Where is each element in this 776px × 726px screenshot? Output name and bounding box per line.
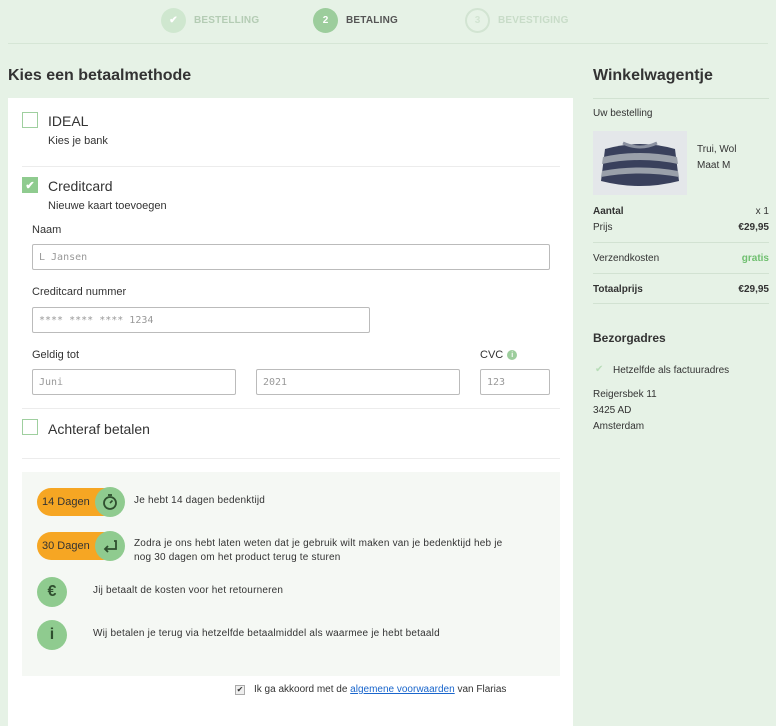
benefit-text-line: nog 30 dagen om het product terug te stu… xyxy=(134,552,341,563)
info-icon: i xyxy=(37,620,67,650)
product-size: Maat M xyxy=(697,160,731,171)
terms-checkbox[interactable]: ✔ xyxy=(235,684,245,695)
step-label: BETALING xyxy=(346,15,398,26)
divider xyxy=(593,242,769,243)
product-name: Trui, Wol xyxy=(697,144,737,155)
step-betaling[interactable]: 2 BETALING xyxy=(313,8,398,33)
price-label: Prijs xyxy=(593,222,613,233)
stopwatch-icon xyxy=(95,487,125,517)
terms-link[interactable]: algemene voorwaarden xyxy=(350,684,455,695)
address-line1: Reigersbek 11 xyxy=(593,389,657,400)
step-label: BEVESTIGING xyxy=(498,15,569,26)
divider xyxy=(22,408,560,409)
total-value: €29,95 xyxy=(738,284,769,295)
benefit-text: Zodra je ons hebt laten weten dat je geb… xyxy=(134,537,502,565)
cart-title: Winkelwagentje xyxy=(593,67,713,84)
divider xyxy=(593,303,769,304)
address-line3: Amsterdam xyxy=(593,421,645,432)
card-number-input[interactable]: **** **** **** 1234 xyxy=(32,307,370,333)
address-line2: 3425 AD xyxy=(593,405,632,416)
total-label: Totaalprijs xyxy=(593,284,643,295)
benefit-text: Jij betaalt de kosten voor het retourner… xyxy=(93,585,284,596)
price-row: Prijs €29,95 xyxy=(593,222,769,233)
ideal-checkbox[interactable] xyxy=(22,112,38,128)
order-label: Uw bestelling xyxy=(593,108,653,119)
month-select[interactable]: Juni xyxy=(32,369,236,395)
qty-value: x 1 xyxy=(755,206,769,217)
step-label: BESTELLING xyxy=(194,15,260,26)
checkout-stepper: ✔ BESTELLING 2 BETALING 3 BEVESTIGING xyxy=(0,0,776,44)
benefit-text: Wij betalen je terug via hetzelfde betaa… xyxy=(93,628,440,639)
qty-row: Aantal x 1 xyxy=(593,206,769,217)
terms-prefix: Ik ga akkoord met de xyxy=(254,684,348,695)
add-card-link[interactable]: Nieuwe kaart toevoegen xyxy=(48,200,167,212)
year-select[interactable]: 2021 xyxy=(256,369,460,395)
product-image[interactable] xyxy=(593,131,687,195)
shipping-label: Verzendkosten xyxy=(593,253,660,264)
shipping-value: gratis xyxy=(741,253,769,264)
price-value: €29,95 xyxy=(738,222,769,233)
terms-suffix: van Flarias xyxy=(457,684,507,695)
afterpay-checkbox[interactable] xyxy=(22,419,38,435)
check-icon: ✔ xyxy=(25,179,35,192)
total-row: Totaalprijs €29,95 xyxy=(593,284,769,295)
creditcard-title[interactable]: Creditcard xyxy=(48,178,113,194)
divider xyxy=(22,458,560,459)
benefit-text-line: Zodra je ons hebt laten weten dat je geb… xyxy=(134,538,503,549)
info-icon[interactable]: i xyxy=(507,350,518,361)
name-input[interactable]: L Jansen xyxy=(32,244,550,270)
creditcard-checkbox[interactable]: ✔ xyxy=(22,177,38,193)
shipping-row: Verzendkosten gratis xyxy=(593,253,769,264)
same-address-label: Hetzelfde als factuuradres xyxy=(613,365,730,376)
return-arrow-icon xyxy=(95,531,125,561)
euro-icon: € xyxy=(37,577,67,607)
name-label: Naam xyxy=(32,224,62,236)
step-bevestiging[interactable]: 3 BEVESTIGING xyxy=(465,8,569,33)
payment-title: Kies een betaalmethode xyxy=(8,67,192,84)
valid-until-label: Geldig tot xyxy=(32,349,80,361)
ideal-title[interactable]: IDEAL xyxy=(48,113,88,129)
stepper-divider xyxy=(8,43,768,44)
cvc-label: CVC xyxy=(480,349,504,361)
step-number: 3 xyxy=(465,8,490,33)
benefit-text: Je hebt 14 dagen bedenktijd xyxy=(134,495,266,506)
check-icon: ✔ xyxy=(161,8,186,33)
card-number-label: Creditcard nummer xyxy=(32,286,127,298)
divider xyxy=(593,273,769,274)
divider xyxy=(22,166,560,167)
terms-agreement: ✔ Ik ga akkoord met de algemene voorwaar… xyxy=(235,684,506,695)
cvc-label-group: CVC i xyxy=(480,349,518,361)
step-bestelling[interactable]: ✔ BESTELLING xyxy=(161,8,259,33)
cvc-input[interactable]: 123 xyxy=(480,369,550,395)
ideal-bank-select[interactable]: Kies je bank xyxy=(48,135,108,147)
address-title: Bezorgadres xyxy=(593,331,666,345)
qty-label: Aantal xyxy=(593,206,624,217)
check-icon[interactable]: ✔ xyxy=(595,364,605,375)
step-number: 2 xyxy=(313,8,338,33)
afterpay-title[interactable]: Achteraf betalen xyxy=(48,421,150,437)
divider xyxy=(593,98,769,99)
